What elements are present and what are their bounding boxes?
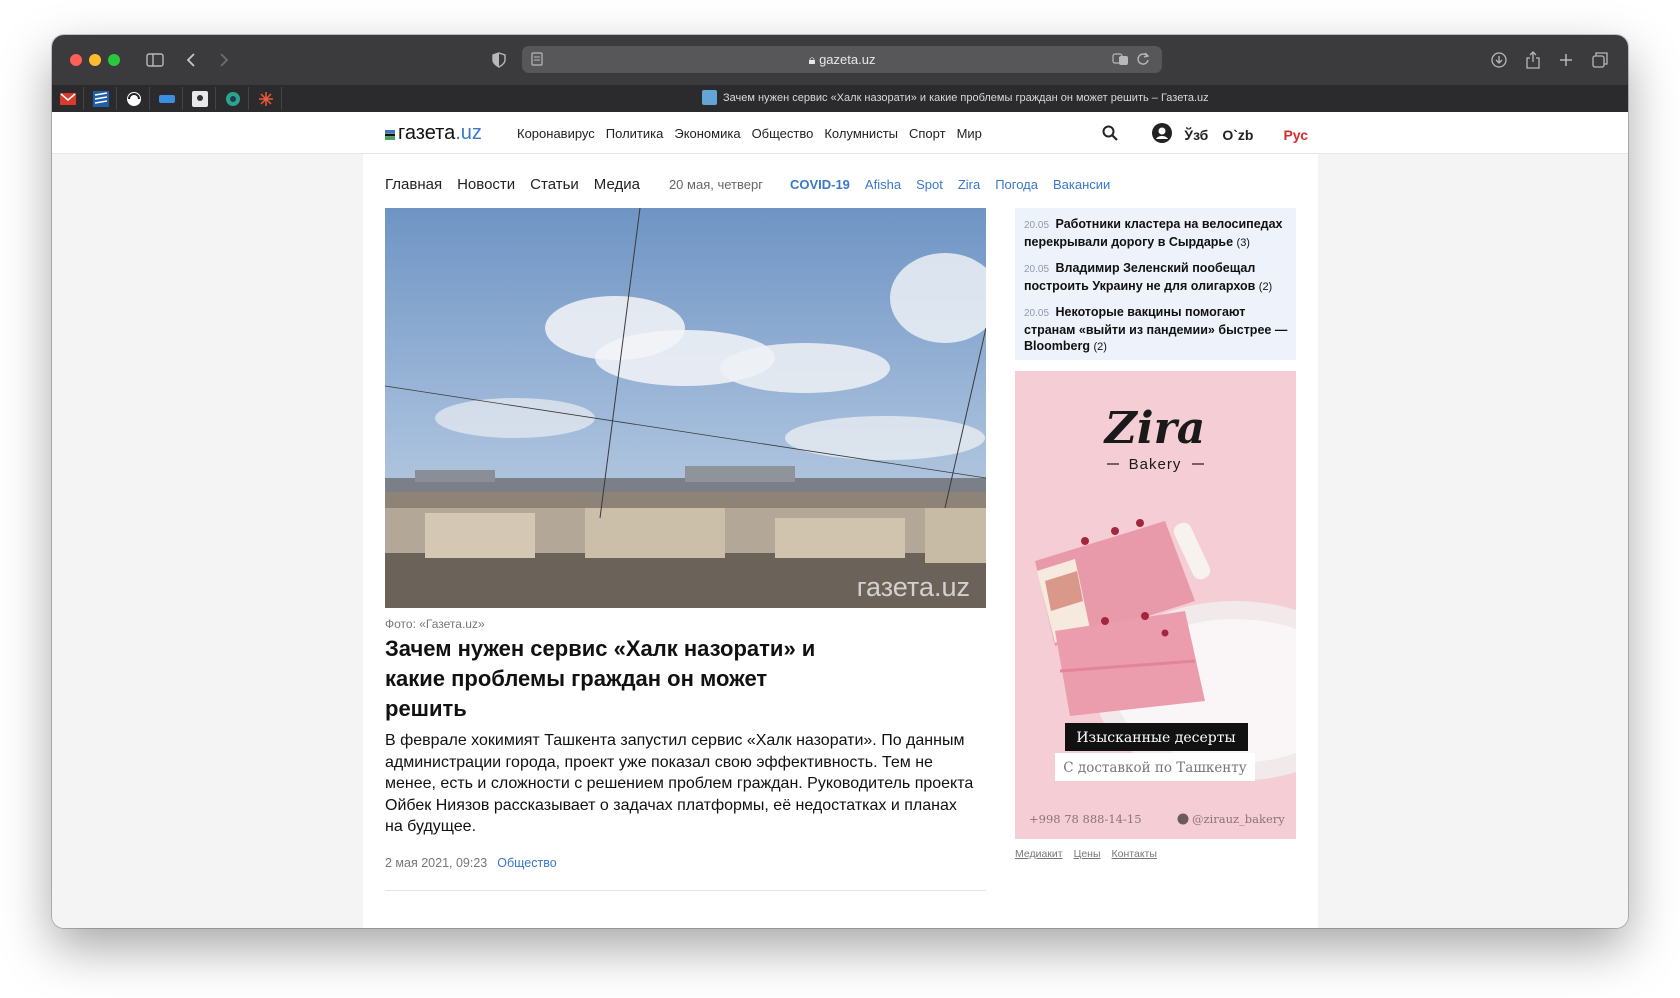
- news-time: 20.05: [1024, 264, 1050, 275]
- photo-caption: Фото: «Газета.uz»: [385, 617, 485, 631]
- downloads-icon[interactable]: [1488, 49, 1510, 71]
- article-headline[interactable]: Зачем нужен сервис «Халк назорати» и как…: [385, 634, 825, 724]
- header-actions: Ўзб O`zb Рус: [1102, 123, 1308, 146]
- pinned-tab-globe-icon[interactable]: [118, 87, 150, 110]
- translate-icon[interactable]: [1110, 48, 1132, 70]
- tab-title: Зачем нужен сервис «Халк назорати» и как…: [723, 91, 1209, 104]
- section-navigation: Главная Новости Статьи Медиа 20 мая, чет…: [385, 176, 1125, 193]
- site-logo[interactable]: газета.uz: [398, 122, 482, 145]
- current-date: 20 мая, четверг: [668, 177, 763, 192]
- photo-watermark: газета.uz: [857, 572, 970, 602]
- lang-uzbek-cyrillic[interactable]: Ўзб: [1184, 127, 1208, 143]
- nav-society[interactable]: Общество: [752, 126, 814, 141]
- ad-sub: Bakery: [1129, 456, 1182, 473]
- news-comments: (2): [1258, 281, 1273, 293]
- news-item[interactable]: 20.05 Владимир Зеленский пообещал постро…: [1024, 260, 1288, 295]
- search-icon[interactable]: [1102, 125, 1119, 144]
- ad-handle: @zirauz_bakery: [1192, 812, 1285, 826]
- zoom-window-button[interactable]: [108, 54, 120, 66]
- lang-russian[interactable]: Рус: [1283, 127, 1308, 143]
- gazeta-logo-icon: [385, 130, 395, 140]
- nav-sport[interactable]: Спорт: [909, 126, 946, 141]
- reload-icon[interactable]: [1132, 48, 1154, 70]
- link-covid[interactable]: COVID-19: [790, 177, 850, 192]
- active-tab[interactable]: Зачем нужен сервис «Халк назорати» и как…: [702, 90, 1209, 105]
- city-rooftops-image: газета.uz: [385, 208, 986, 608]
- subnav-articles[interactable]: Статьи: [530, 176, 579, 193]
- minimize-window-button[interactable]: [89, 54, 101, 66]
- privacy-shield-icon[interactable]: [488, 49, 510, 71]
- article-photo[interactable]: газета.uz: [385, 208, 986, 608]
- address-bar[interactable]: 🔒︎ gazeta.uz: [522, 46, 1162, 73]
- ad-tagline-1: Изысканные десерты: [1076, 730, 1235, 746]
- pinned-tab-spark-icon[interactable]: [250, 87, 282, 110]
- browser-window: 🔒︎ gazeta.uz Зачем нужен сервис «Халк на…: [52, 35, 1628, 928]
- close-window-button[interactable]: [70, 54, 82, 66]
- link-afisha[interactable]: Afisha: [865, 177, 901, 192]
- divider: [385, 890, 986, 891]
- ad-artwork: Zira Bakery Изысканные десерты С доставк…: [1015, 371, 1296, 839]
- news-time: 20.05: [1024, 220, 1050, 231]
- page-viewport: газета.uz Коронавирус Политика Экономика…: [52, 112, 1628, 928]
- zira-bakery-ad[interactable]: Zira Bakery Изысканные десерты С доставк…: [1015, 371, 1296, 839]
- latest-news-box: 20.05 Работники кластера на велосипедах …: [1015, 208, 1296, 360]
- main-navigation: Коронавирус Политика Экономика Общество …: [517, 126, 982, 141]
- browser-toolbar: 🔒︎ gazeta.uz: [52, 35, 1628, 85]
- news-comments: (2): [1093, 341, 1107, 353]
- back-icon[interactable]: [180, 49, 202, 71]
- ad-footer-links: Медиакит Цены Контакты: [1015, 848, 1157, 860]
- lock-icon: 🔒︎: [808, 52, 816, 67]
- news-title: Некоторые вакцины помогают странам «выйт…: [1024, 305, 1288, 353]
- link-mediakit[interactable]: Медиакит: [1015, 848, 1063, 860]
- nav-economy[interactable]: Экономика: [674, 126, 740, 141]
- link-zira[interactable]: Zira: [958, 177, 980, 192]
- pinned-tab-stripes-icon[interactable]: [85, 87, 117, 110]
- article-lead: В феврале хокимият Ташкента запустил сер…: [385, 732, 974, 835]
- share-icon[interactable]: [1522, 49, 1544, 71]
- pinned-tab-mail-icon[interactable]: [52, 87, 84, 110]
- pinned-tab-circle-icon[interactable]: [217, 87, 249, 110]
- user-avatar-icon[interactable]: [1152, 123, 1173, 146]
- sidebar-icon[interactable]: [144, 49, 166, 71]
- link-spot[interactable]: Spot: [916, 177, 943, 192]
- pinned-tab-doc-icon[interactable]: [184, 87, 216, 110]
- news-title: Владимир Зеленский пообещал построить Ук…: [1024, 261, 1256, 293]
- gazeta-favicon-icon: [702, 90, 717, 105]
- tab-bar: Зачем нужен сервис «Халк назорати» и как…: [52, 85, 1628, 112]
- news-comments: (3): [1236, 237, 1250, 249]
- subnav-media[interactable]: Медиа: [594, 176, 640, 193]
- news-time: 20.05: [1024, 308, 1050, 319]
- nav-columnists[interactable]: Колумнисты: [824, 126, 898, 141]
- link-weather[interactable]: Погода: [995, 177, 1038, 192]
- nav-politics[interactable]: Политика: [606, 126, 664, 141]
- link-contacts[interactable]: Контакты: [1112, 848, 1157, 860]
- news-item[interactable]: 20.05 Работники кластера на велосипедах …: [1024, 216, 1288, 251]
- new-tab-icon[interactable]: [1555, 49, 1577, 71]
- subnav-home[interactable]: Главная: [385, 176, 442, 193]
- subnav-news[interactable]: Новости: [457, 176, 515, 193]
- nav-coronavirus[interactable]: Коронавирус: [517, 126, 595, 141]
- ad-tagline-2: С доставкой по Ташкенту: [1063, 760, 1247, 776]
- nav-world[interactable]: Мир: [957, 126, 982, 141]
- lang-uzbek-latin[interactable]: O`zb: [1222, 127, 1253, 143]
- article-meta: 2 мая 2021, 09:23 Общество: [385, 856, 557, 870]
- ad-phone: +998 78 888-14-15: [1029, 812, 1142, 826]
- link-prices[interactable]: Цены: [1074, 848, 1101, 860]
- pinned-tab-blue-icon[interactable]: [151, 87, 183, 110]
- news-item[interactable]: 20.05 Некоторые вакцины помогают странам…: [1024, 304, 1288, 355]
- url-text: gazeta.uz: [819, 52, 876, 67]
- article-category[interactable]: Общество: [497, 856, 556, 870]
- link-vacancies[interactable]: Вакансии: [1053, 177, 1110, 192]
- ad-brand: Zira: [1103, 403, 1206, 454]
- article-date: 2 мая 2021, 09:23: [385, 856, 488, 870]
- tab-overview-icon[interactable]: [1589, 49, 1611, 71]
- instagram-icon: [1177, 813, 1189, 825]
- forward-icon[interactable]: [213, 49, 235, 71]
